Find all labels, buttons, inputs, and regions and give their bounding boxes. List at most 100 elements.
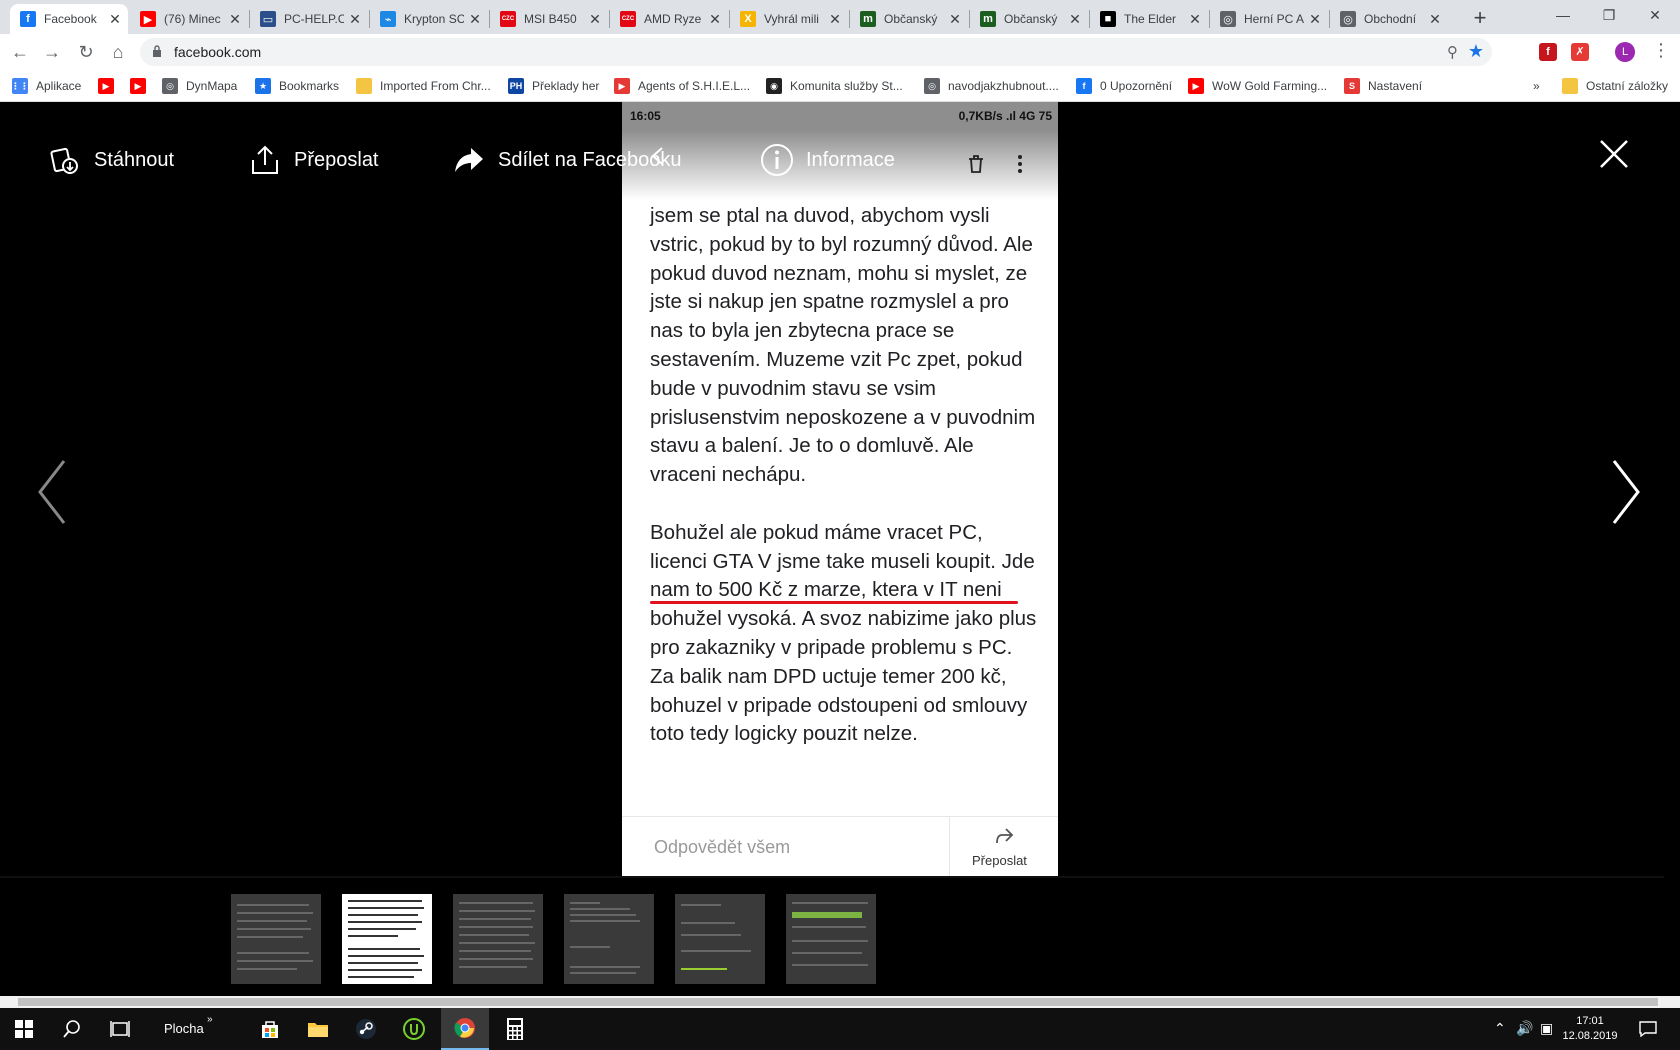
info-button[interactable]: Informace [760, 142, 895, 178]
tab-title: PC-HELP.C [284, 12, 344, 26]
other-bookmarks[interactable]: Ostatní záložky [1562, 77, 1668, 95]
bookmark-9[interactable]: ◉ Komunita služby St... [766, 77, 903, 95]
bookmark-13[interactable]: S Nastavení [1344, 77, 1422, 95]
tab-2[interactable]: ▶ (76) Minec ✕ [130, 4, 248, 34]
pdf-extension-icon[interactable]: ✗ [1571, 43, 1589, 61]
tab-5[interactable]: CZC MSI B450 ✕ [490, 4, 608, 34]
tab-8[interactable]: m Občanský ✕ [850, 4, 968, 34]
tab-close-icon[interactable]: ✕ [588, 11, 602, 28]
bookmark-5[interactable]: ★ Bookmarks [255, 77, 339, 95]
tray-chevron-icon[interactable]: ⌃ [1494, 1020, 1506, 1037]
bookmark-star-icon[interactable]: ★ [1468, 41, 1484, 62]
thumbnail-4[interactable] [564, 894, 654, 984]
tab-6[interactable]: CZC AMD Ryze ✕ [610, 4, 728, 34]
phone-more-icon [1018, 155, 1022, 173]
minimize-button[interactable]: — [1540, 0, 1586, 30]
tab-close-icon[interactable]: ✕ [348, 11, 362, 28]
bookmark-label: Agents of S.H.I.E.L... [638, 79, 751, 93]
forward-button-overlay[interactable]: Přeposlat [248, 142, 379, 178]
bookmark-2[interactable]: ▶ [98, 77, 114, 95]
profile-avatar[interactable]: L [1615, 42, 1635, 62]
thumbnail-strip [0, 878, 1680, 996]
tab-close-icon[interactable]: ✕ [708, 11, 722, 28]
close-window-button[interactable]: ✕ [1632, 0, 1678, 30]
address-bar[interactable]: facebook.com ⚲ ★ [140, 38, 1492, 66]
bookmark-label: WoW Gold Farming... [1212, 79, 1328, 93]
utorrent-icon[interactable] [390, 1008, 438, 1050]
tab-9[interactable]: m Občanský ✕ [970, 4, 1088, 34]
horizontal-scrollbar[interactable] [0, 996, 1680, 1008]
bookmark-4[interactable]: ◎ DynMapa [162, 77, 237, 95]
chrome-menu-icon[interactable]: ⋮ [1652, 40, 1670, 61]
next-arrow-icon[interactable] [1608, 457, 1644, 527]
maximize-button[interactable]: ❐ [1586, 0, 1632, 30]
share-facebook-button[interactable]: Sdílet na Facebooku [452, 142, 681, 178]
tab-close-icon[interactable]: ✕ [948, 11, 962, 28]
tab-close-icon[interactable]: ✕ [828, 11, 842, 28]
bookmarks-overflow[interactable]: » [1533, 77, 1540, 95]
desktop-toolbar-label[interactable]: Plocha [164, 1021, 204, 1036]
thumbnail-3[interactable] [453, 894, 543, 984]
desktop-toolbar-arrow[interactable]: » [207, 1014, 213, 1025]
tab-4[interactable]: ⌁ Krypton SC ✕ [370, 4, 488, 34]
bookmark-1[interactable]: ⋮⋮ Aplikace [11, 77, 81, 95]
facebook-icon: f [20, 11, 36, 27]
volume-icon[interactable]: 🔊 [1516, 1020, 1533, 1037]
tab-close-icon[interactable]: ✕ [1068, 11, 1082, 28]
action-center-icon[interactable] [1624, 1008, 1672, 1050]
tab-close-icon[interactable]: ✕ [1428, 11, 1442, 28]
bookmark-3[interactable]: ▶ [130, 77, 146, 95]
tab-close-icon[interactable]: ✕ [108, 11, 122, 28]
zoom-icon[interactable]: ⚲ [1447, 43, 1458, 61]
globe-icon: ◎ [924, 78, 940, 94]
back-button[interactable]: ← [6, 38, 34, 66]
tab-7[interactable]: X Vyhrál mili ✕ [730, 4, 848, 34]
flash-extension-icon[interactable]: f [1539, 43, 1557, 61]
tab-close-icon[interactable]: ✕ [1188, 11, 1202, 28]
bookmark-12[interactable]: ▶ WoW Gold Farming... [1188, 77, 1327, 95]
tab-close-icon[interactable]: ✕ [1308, 11, 1322, 28]
tab-strip: + — ❐ ✕ f Facebook ✕ ▶ (76) Minec ✕ ▭ PC-HELP.C… [0, 0, 1680, 34]
tab-11[interactable]: ◎ Herní PC A ✕ [1210, 4, 1328, 34]
store-icon[interactable] [246, 1008, 294, 1050]
tab-3[interactable]: ▭ PC-HELP.C ✕ [250, 4, 368, 34]
tab-12[interactable]: ◎ Obchodní ✕ [1330, 4, 1448, 34]
thumbnail-6[interactable] [786, 894, 876, 984]
bookmark-6[interactable]: Imported From Chr... [356, 77, 491, 95]
tab-separator [609, 10, 610, 28]
tab-1[interactable]: f Facebook ✕ [10, 4, 128, 34]
thumbnail-1[interactable] [231, 894, 321, 984]
search-icon[interactable] [48, 1008, 96, 1050]
info-icon [760, 143, 794, 177]
chrome-taskbar-icon[interactable] [441, 1008, 489, 1050]
m-icon: m [980, 11, 996, 27]
home-button[interactable]: ⌂ [104, 38, 132, 66]
action-divider [949, 817, 950, 878]
network-icon[interactable]: ▣ [1540, 1020, 1553, 1037]
tab-title: Občanský [1004, 12, 1058, 26]
download-button[interactable]: Stáhnout [48, 142, 174, 178]
thumbnail-2-selected[interactable] [342, 894, 432, 984]
tab-10[interactable]: ■ The Elder ✕ [1090, 4, 1208, 34]
steam-icon[interactable] [342, 1008, 390, 1050]
windows-start-icon[interactable] [0, 1008, 48, 1050]
close-viewer-icon[interactable] [1596, 136, 1632, 172]
bookmark-8[interactable]: ▶ Agents of S.H.I.E.L... [614, 77, 750, 95]
system-clock[interactable]: 17:01 12.08.2019 [1560, 1014, 1620, 1044]
tab-title: (76) Minec [164, 12, 221, 26]
bookmark-7[interactable]: PH Překlady her [508, 77, 599, 95]
reload-button[interactable]: ↻ [72, 38, 100, 66]
thumbnail-5[interactable] [675, 894, 765, 984]
new-tab-button[interactable]: + [1466, 4, 1494, 32]
bookmark-11[interactable]: f 0 Upozornění [1076, 77, 1172, 95]
tab-close-icon[interactable]: ✕ [468, 11, 482, 28]
file-explorer-icon[interactable] [294, 1008, 342, 1050]
tab-close-icon[interactable]: ✕ [228, 11, 242, 28]
bookmark-10[interactable]: ◎ navodjakzhubnout.... [924, 77, 1059, 95]
task-view-icon[interactable] [96, 1008, 144, 1050]
scrollbar-thumb[interactable] [18, 998, 1658, 1006]
previous-arrow-icon[interactable] [34, 457, 70, 527]
vertical-scrollbar[interactable] [1664, 102, 1680, 996]
forward-button[interactable]: → [38, 38, 66, 66]
calculator-icon[interactable] [491, 1008, 539, 1050]
